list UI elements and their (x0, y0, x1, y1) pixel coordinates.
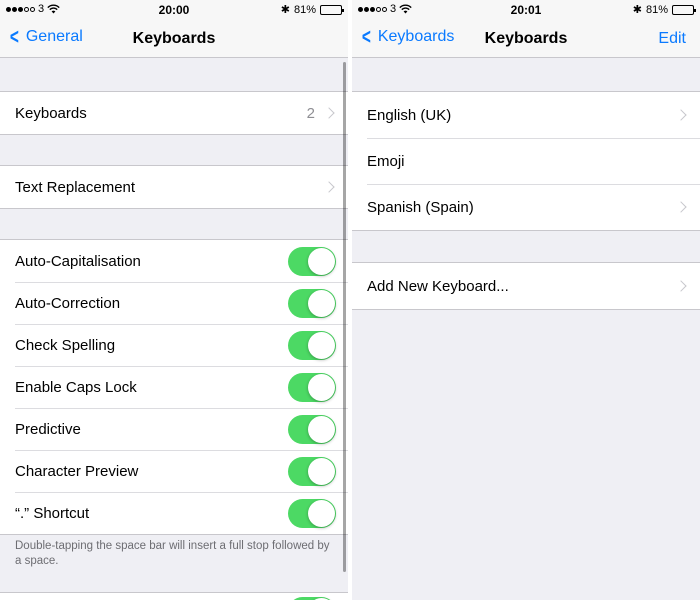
shortcut-footer-note: Double-tapping the space bar will insert… (15, 540, 330, 567)
keyboards-row[interactable]: Keyboards 2 (0, 92, 348, 134)
toggle-row-auto-capitalisation: Auto-Capitalisation (0, 240, 348, 282)
add-keyboard-group: Add New Keyboard... (352, 262, 700, 310)
chevron-right-icon (323, 181, 335, 193)
add-new-keyboard-row[interactable]: Add New Keyboard... (352, 263, 700, 309)
text-replacement-group: Text Replacement (0, 165, 348, 209)
chevron-right-icon (675, 109, 687, 121)
keyboard-list: English (UK) Emoji Spanish (Spain) (352, 91, 700, 231)
status-right: ✱ 81% (280, 3, 344, 16)
text-replacement-row[interactable]: Text Replacement (0, 166, 348, 208)
toggle-row-full-stop-shortcut: “.” Shortcut (0, 492, 348, 534)
page-title: Keyboards (132, 30, 216, 47)
navigation-bar: < General Keyboards (0, 20, 348, 58)
auto-capitalisation-toggle[interactable] (288, 246, 336, 276)
keyboards-settings-screen: 3 20:00 ✱ 81% < General Keyboards Keyboa… (0, 0, 348, 600)
toggle-row-enable-caps-lock: Enable Caps Lock (0, 366, 348, 408)
text-replacement-label: Text Replacement (15, 178, 136, 196)
page-title: Keyboards (484, 30, 568, 47)
enable-caps-lock-toggle[interactable] (288, 372, 336, 402)
navigation-bar: < Keyboards Keyboards Edit (352, 20, 700, 58)
bluetooth-icon: ✱ (632, 4, 642, 16)
toggle-label: Character Preview (15, 462, 139, 480)
keyboard-item-spanish-spain[interactable]: Spanish (Spain) (352, 184, 700, 230)
keyboards-list-screen: 3 20:01 ✱ 81% < Keyboards Keyboards Edit… (352, 0, 700, 600)
keyboards-count: 2 (306, 104, 315, 122)
toggle-label: Auto-Capitalisation (15, 252, 141, 270)
keyboard-item-label: English (UK) (367, 106, 452, 124)
toggle-label: Predictive (15, 420, 81, 438)
edit-button[interactable]: Edit (658, 30, 686, 48)
toggle-label: “.” Shortcut (15, 504, 90, 522)
bluetooth-icon: ✱ (280, 4, 290, 16)
keyboard-item-emoji[interactable]: Emoji (352, 138, 700, 184)
full-stop-shortcut-toggle[interactable] (288, 498, 336, 528)
toggle-row-predictive: Predictive (0, 408, 348, 450)
chevron-right-icon (675, 280, 687, 292)
toggles-group: Auto-Capitalisation Auto-Correction Chec… (0, 239, 348, 535)
toggle-row-character-preview: Character Preview (0, 450, 348, 492)
keyboard-item-label: Spanish (Spain) (367, 198, 474, 216)
toggle-label: Check Spelling (15, 336, 116, 354)
toggle-label: Auto-Correction (15, 294, 121, 312)
chevron-right-icon (675, 201, 687, 213)
character-preview-toggle[interactable] (288, 456, 336, 486)
keyboards-group: Keyboards 2 (0, 91, 348, 135)
status-right: ✱ 81% (632, 3, 696, 16)
predictive-toggle[interactable] (288, 414, 336, 444)
next-group-partial (0, 592, 348, 600)
keyboard-item-english-uk[interactable]: English (UK) (352, 92, 700, 138)
toggle-row-check-spelling: Check Spelling (0, 324, 348, 366)
auto-correction-toggle[interactable] (288, 288, 336, 318)
keyboard-item-label: Emoji (367, 152, 405, 170)
battery-percent: 81% (293, 3, 316, 16)
battery-icon (672, 4, 696, 15)
battery-icon (320, 4, 344, 15)
toggle-row-auto-correction: Auto-Correction (0, 282, 348, 324)
toggle-label: Enable Caps Lock (15, 378, 137, 396)
keyboards-row-label: Keyboards (15, 104, 87, 122)
battery-percent: 81% (645, 3, 668, 16)
check-spelling-toggle[interactable] (288, 330, 336, 360)
chevron-right-icon (323, 107, 335, 119)
status-bar: 3 20:00 ✱ 81% (0, 0, 348, 20)
add-new-keyboard-label: Add New Keyboard... (367, 277, 509, 295)
status-bar: 3 20:01 ✱ 81% (352, 0, 700, 20)
scrollbar[interactable] (343, 62, 346, 572)
